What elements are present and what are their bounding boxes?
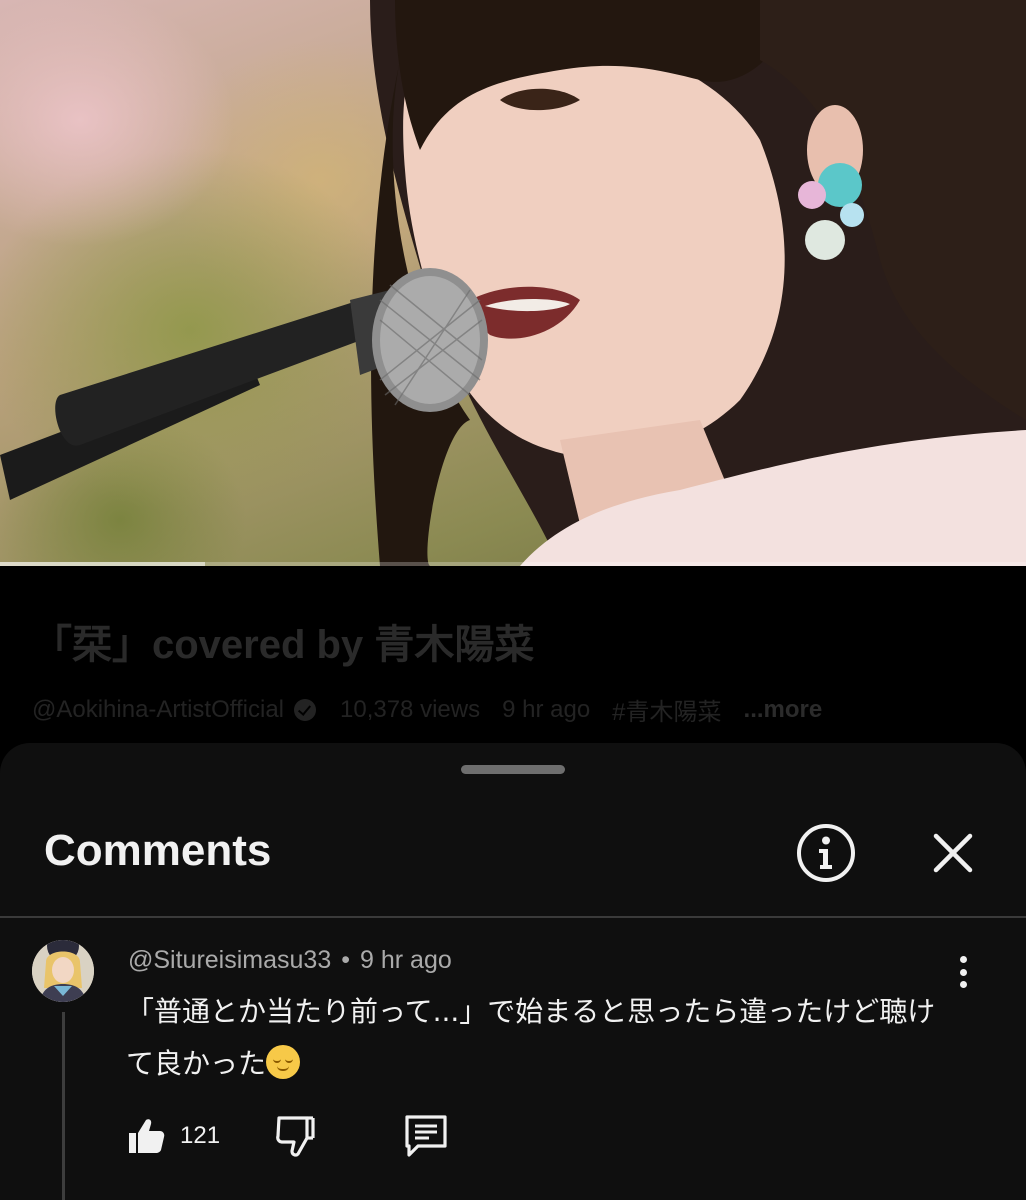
video-meta-row: @Aokihina-ArtistOfficial 10,378 views 9 … <box>32 692 844 727</box>
comment-author[interactable]: @Situreisimasu33 <box>128 946 331 974</box>
channel-name[interactable]: @Aokihina-ArtistOfficial <box>32 696 284 724</box>
like-icon <box>129 1119 165 1153</box>
more-link[interactable]: ...more <box>744 696 823 724</box>
upload-age: 9 hr ago <box>502 695 591 723</box>
avatar[interactable] <box>32 940 94 1002</box>
verified-icon <box>294 698 316 721</box>
comment-text: 「普通とか当たり前って...」で始まると思ったら違ったけど聴けて良かった <box>126 986 946 1090</box>
like-count: 121 <box>180 1122 221 1149</box>
comment-body: 「普通とか当たり前って...」で始まると思ったら違ったけど聴けて良かった <box>126 995 936 1080</box>
more-vert-icon <box>959 956 967 988</box>
relieved-face-emoji <box>266 1045 301 1079</box>
comments-title: Comments <box>44 826 272 875</box>
video-frame <box>0 0 1026 566</box>
like-button[interactable]: 121 <box>126 1112 220 1160</box>
reply-button[interactable] <box>404 1112 448 1160</box>
video-player[interactable] <box>0 0 1026 566</box>
info-icon <box>819 836 832 869</box>
reply-icon <box>405 1115 447 1157</box>
avatar-image <box>32 940 94 1002</box>
sheet-divider <box>0 916 1026 918</box>
view-count: 10,378 views <box>340 695 481 723</box>
comment-time: 9 hr ago <box>360 946 452 974</box>
close-icon <box>933 833 973 873</box>
thread-line <box>62 1012 65 1200</box>
comment-header: @Situreisimasu33 • 9 hr ago <box>128 946 452 975</box>
separator-dot: • <box>341 946 351 974</box>
dislike-button[interactable] <box>274 1112 316 1160</box>
dislike-icon <box>276 1116 315 1157</box>
close-button[interactable] <box>930 830 976 876</box>
hashtag-link[interactable]: #青木陽菜 <box>612 692 721 727</box>
drag-handle[interactable] <box>461 765 565 774</box>
info-button[interactable] <box>797 824 855 882</box>
comment-menu-button[interactable] <box>948 952 978 992</box>
video-title: 「栞」covered by 青木陽菜 <box>32 623 535 667</box>
